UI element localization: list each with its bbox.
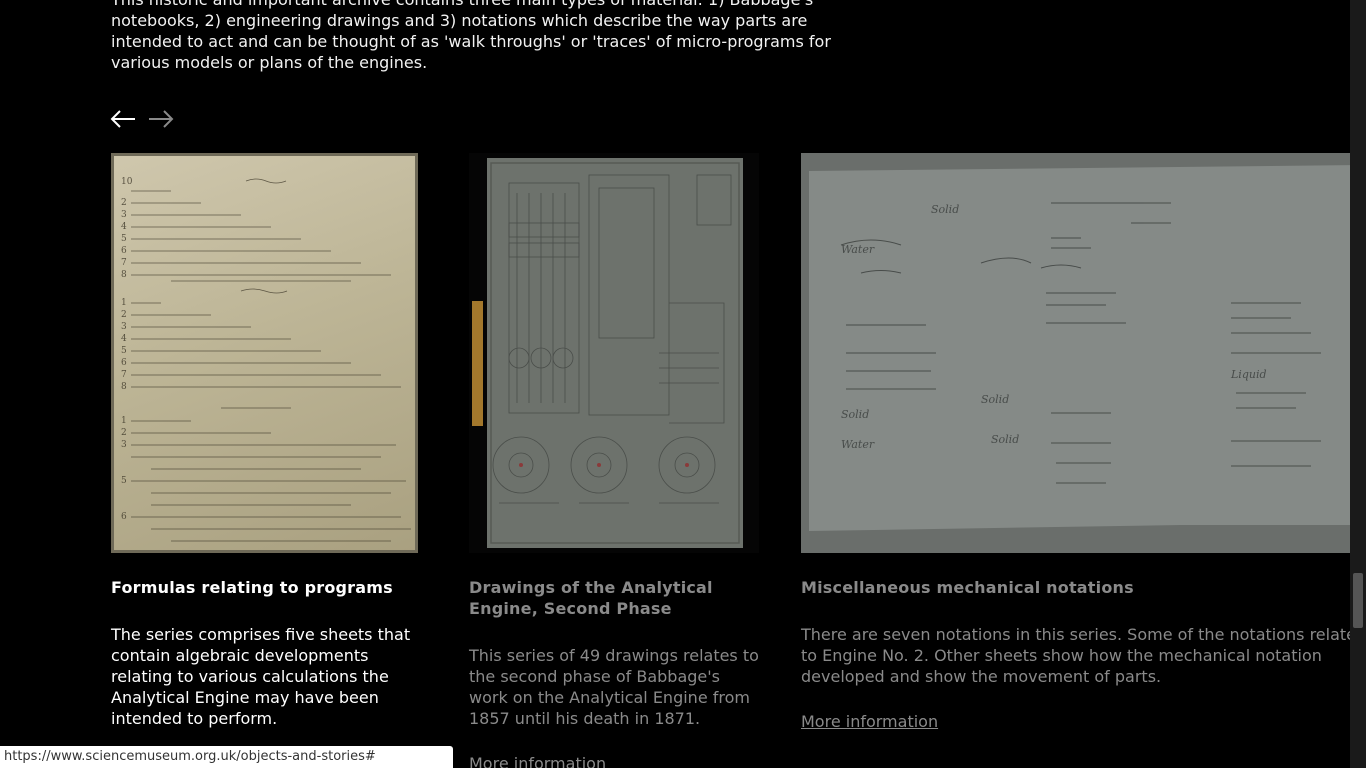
svg-text:2: 2 xyxy=(121,198,127,208)
card-image-notations[interactable]: Water Solid Water Solid Solid Liquid Sol… xyxy=(801,153,1361,553)
svg-text:Solid: Solid xyxy=(991,433,1019,446)
more-information-link[interactable]: More information xyxy=(801,711,938,732)
arrow-left-icon xyxy=(110,110,136,128)
svg-text:6: 6 xyxy=(121,246,127,256)
svg-text:5: 5 xyxy=(121,346,127,356)
card-description: The series comprises five sheets that co… xyxy=(111,625,411,728)
svg-text:4: 4 xyxy=(121,334,127,344)
svg-text:2: 2 xyxy=(121,428,127,438)
svg-text:Water: Water xyxy=(841,438,875,451)
card-image-manuscript[interactable]: 10 2 3 4 5 6 7 8 1 2 3 4 5 6 7 8 1 2 3 5 6 xyxy=(111,153,418,553)
svg-text:Liquid: Liquid xyxy=(1230,368,1267,381)
scrollbar-thumb[interactable] xyxy=(1353,573,1363,628)
intro-paragraph: This historic and important archive cont… xyxy=(111,0,831,72)
svg-text:Water: Water xyxy=(841,243,875,256)
browser-status-bar: https://www.sciencemuseum.org.uk/objects… xyxy=(0,746,453,768)
carousel-next-button[interactable] xyxy=(146,106,176,132)
carousel-card-formulas[interactable]: 10 2 3 4 5 6 7 8 1 2 3 4 5 6 7 8 1 2 3 5 6 Formulas rel… xyxy=(111,153,418,729)
arrow-right-icon xyxy=(148,110,174,128)
svg-text:10: 10 xyxy=(121,177,133,187)
card-title[interactable]: Formulas relating to programs xyxy=(111,577,418,598)
svg-text:1: 1 xyxy=(121,416,127,426)
svg-text:3: 3 xyxy=(121,322,127,332)
svg-text:7: 7 xyxy=(121,370,127,380)
svg-text:3: 3 xyxy=(121,210,127,220)
notation-sheet-illustration: Water Solid Water Solid Solid Liquid Sol… xyxy=(809,165,1361,531)
svg-text:Solid: Solid xyxy=(841,408,869,421)
card-description: This series of 49 drawings relates to th… xyxy=(469,646,759,728)
page: This historic and important archive cont… xyxy=(0,0,1366,768)
card-title[interactable]: Drawings of the Analytical Engine, Secon… xyxy=(469,577,759,619)
svg-text:4: 4 xyxy=(121,222,127,232)
svg-text:8: 8 xyxy=(121,382,127,392)
svg-text:5: 5 xyxy=(121,234,127,244)
svg-text:8: 8 xyxy=(121,270,127,280)
more-information-link[interactable]: More information xyxy=(469,753,606,768)
card-description: There are seven notations in this series… xyxy=(801,625,1357,686)
svg-text:6: 6 xyxy=(121,512,127,522)
carousel-card-drawings[interactable]: Drawings of the Analytical Engine, Secon… xyxy=(469,153,759,768)
svg-text:Solid: Solid xyxy=(981,393,1009,406)
svg-text:6: 6 xyxy=(121,358,127,368)
svg-text:2: 2 xyxy=(121,310,127,320)
svg-text:7: 7 xyxy=(121,258,127,268)
svg-text:1: 1 xyxy=(121,298,127,308)
svg-text:5: 5 xyxy=(121,476,127,486)
card-image-drawing[interactable] xyxy=(469,153,759,553)
svg-text:Solid: Solid xyxy=(931,203,959,216)
card-title[interactable]: Miscellaneous mechanical notations xyxy=(801,577,1361,598)
svg-text:3: 3 xyxy=(121,440,127,450)
manuscript-illustration: 10 2 3 4 5 6 7 8 1 2 3 4 5 6 7 8 1 2 3 5 6 xyxy=(121,177,411,542)
scrollbar-track[interactable] xyxy=(1350,0,1366,768)
engineering-drawing-illustration xyxy=(472,158,743,548)
carousel-card-notations[interactable]: Water Solid Water Solid Solid Liquid Sol… xyxy=(801,153,1361,732)
carousel-nav xyxy=(108,106,176,132)
carousel-prev-button[interactable] xyxy=(108,106,138,132)
